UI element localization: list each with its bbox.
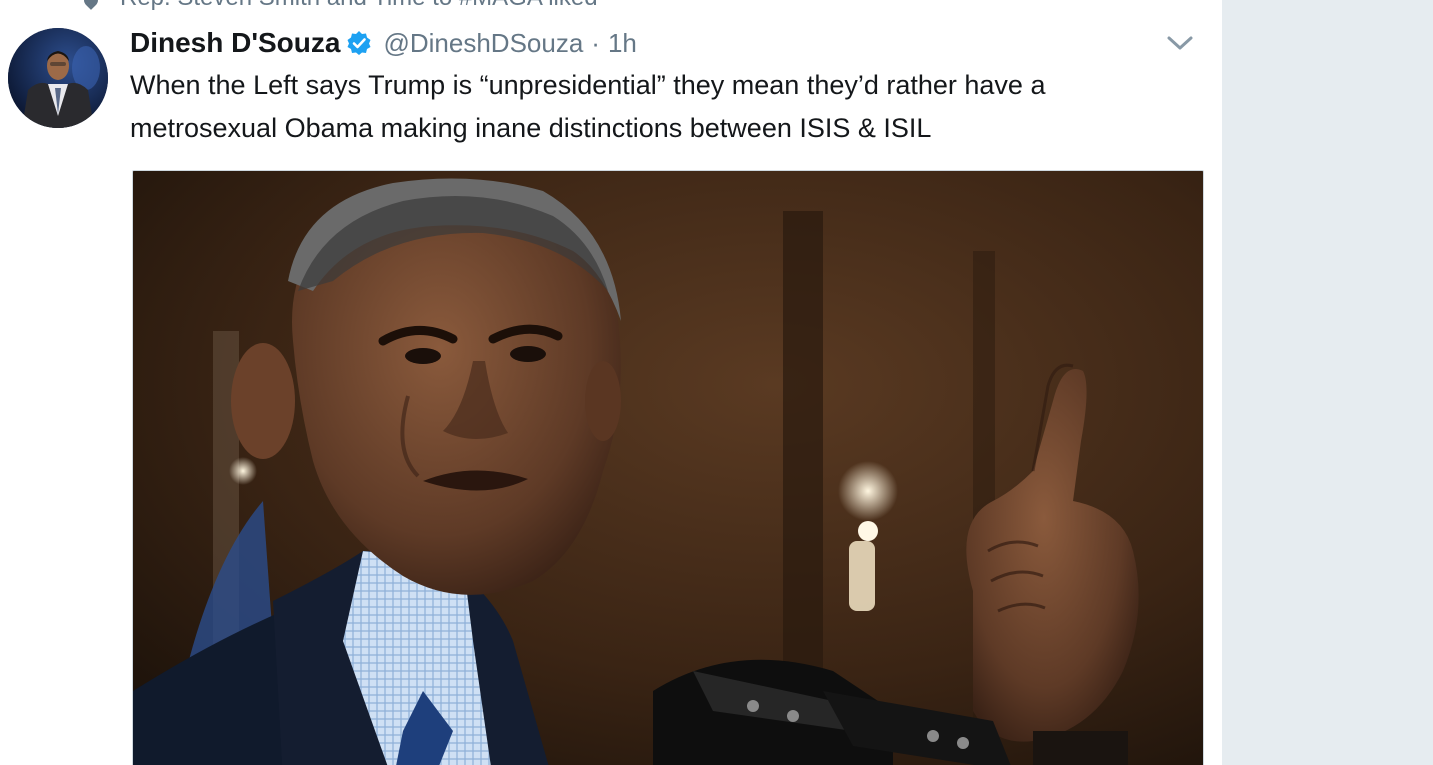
tweet-photo[interactable] <box>132 170 1204 765</box>
timeline-column: Rep. Steven Smith and Time to #MAGA like… <box>0 0 1222 765</box>
verified-badge-icon <box>347 31 371 55</box>
right-sidebar-background <box>1222 0 1433 765</box>
heart-like-icon <box>81 0 101 10</box>
tweet-text-line: metrosexual Obama making inane distincti… <box>130 113 932 143</box>
chevron-down-icon[interactable] <box>1166 34 1194 52</box>
tweet-text-line: When the Left says Trump is “unpresident… <box>130 70 1046 100</box>
tweet-timestamp[interactable]: 1h <box>608 28 637 59</box>
social-context-text: Rep. Steven Smith and Time to #MAGA like… <box>120 0 598 12</box>
tweet-header: Dinesh D'Souza @DineshDSouza · 1h <box>130 24 637 62</box>
author-name[interactable]: Dinesh D'Souza <box>130 27 340 59</box>
author-avatar[interactable] <box>8 28 108 128</box>
tweet-text: When the Left says Trump is “unpresident… <box>130 64 1190 150</box>
separator-dot: · <box>591 27 600 58</box>
author-handle[interactable]: @DineshDSouza <box>383 28 583 59</box>
social-context[interactable]: Rep. Steven Smith and Time to #MAGA like… <box>81 0 598 12</box>
